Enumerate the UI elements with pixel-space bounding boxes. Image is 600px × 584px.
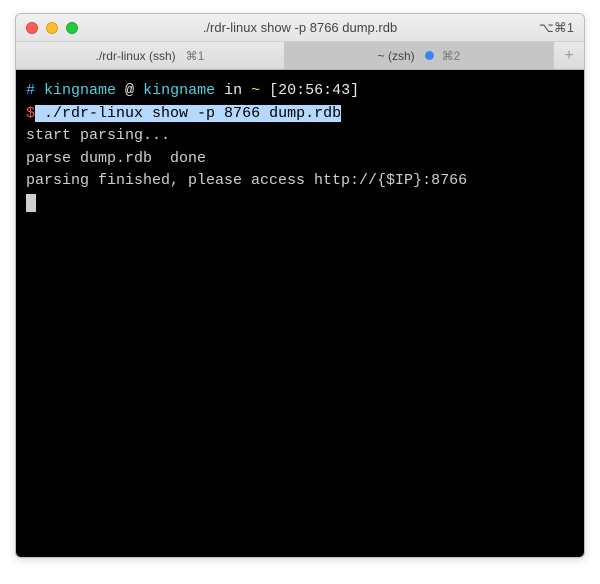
activity-dot-icon — [425, 51, 434, 60]
prompt-hash: # — [26, 82, 35, 99]
tab-shortcut: ⌘2 — [442, 49, 461, 63]
cursor-icon — [26, 194, 36, 212]
terminal-window: ./rdr-linux show -p 8766 dump.rdb ⌥⌘1 ./… — [15, 13, 585, 558]
close-icon[interactable] — [26, 22, 38, 34]
tab-shortcut: ⌘1 — [186, 49, 205, 63]
prompt-time: [20:56:43] — [260, 82, 359, 99]
titlebar[interactable]: ./rdr-linux show -p 8766 dump.rdb ⌥⌘1 — [16, 14, 584, 42]
tab-label: ./rdr-linux (ssh) — [96, 49, 176, 63]
tab-label: ~ (zsh) — [378, 49, 415, 63]
prompt-dollar: $ — [26, 105, 35, 122]
prompt-host: kingname — [143, 82, 215, 99]
tab-bar: ./rdr-linux (ssh) ⌘1 ~ (zsh) ⌘2 + — [16, 42, 584, 70]
prompt-at: @ — [116, 82, 143, 99]
prompt-user: kingname — [44, 82, 116, 99]
output-line: start parsing... — [26, 127, 170, 144]
prompt-dir: ~ — [251, 82, 260, 99]
minimize-icon[interactable] — [46, 22, 58, 34]
window-shortcut: ⌥⌘1 — [539, 20, 574, 36]
command-selection: ./rdr-linux show -p 8766 dump.rdb — [35, 105, 341, 122]
output-line: parsing finished, please access http://{… — [26, 172, 467, 189]
terminal-content[interactable]: # kingname @ kingname in ~ [20:56:43] $ … — [16, 70, 584, 557]
traffic-lights — [26, 22, 78, 34]
command-text: ./rdr-linux show -p 8766 dump.rdb — [44, 105, 341, 122]
window-title: ./rdr-linux show -p 8766 dump.rdb — [16, 20, 584, 35]
output-line: parse dump.rdb done — [26, 150, 206, 167]
prompt-in: in — [215, 82, 251, 99]
maximize-icon[interactable] — [66, 22, 78, 34]
tab-session-2[interactable]: ~ (zsh) ⌘2 — [285, 42, 554, 69]
new-tab-button[interactable]: + — [554, 42, 584, 69]
tab-session-1[interactable]: ./rdr-linux (ssh) ⌘1 — [16, 42, 285, 69]
